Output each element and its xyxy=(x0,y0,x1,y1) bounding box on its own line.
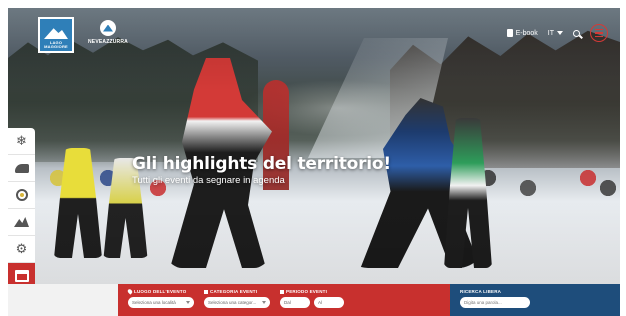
menu-button[interactable] xyxy=(590,24,608,42)
free-search-label-text: RICERCA LIBERA xyxy=(460,289,502,294)
date-from-input[interactable]: Dal xyxy=(280,297,310,308)
gear-icon: ⚙ xyxy=(15,241,28,257)
badge-icon xyxy=(15,189,28,201)
hero-title: Gli highlights del territorio! xyxy=(132,154,391,174)
period-filter-label: PERIODO EVENTI xyxy=(280,289,344,294)
logo-neve-title: NEVEAZZURRA xyxy=(88,39,128,45)
category-filter: CATEGORIA EVENTI Seleziona una categor..… xyxy=(204,289,270,316)
period-label-text: PERIODO EVENTI xyxy=(286,289,328,294)
date-range: Dal Al xyxy=(280,297,344,308)
location-select-value: Seleziona una località xyxy=(132,300,176,305)
sidebar-item-gear[interactable]: ⚙ xyxy=(8,236,35,263)
free-search: RICERCA LIBERA Digita una parola... xyxy=(450,284,620,316)
language-selector[interactable]: IT xyxy=(548,30,563,37)
location-select[interactable]: Seleziona una località xyxy=(128,297,194,308)
ebook-label: E-book xyxy=(515,29,538,37)
ebook-link[interactable]: E-book xyxy=(506,29,538,37)
location-label-text: LUOGO DELL'EVENTO xyxy=(134,289,187,294)
search-icon xyxy=(573,29,580,37)
date-to-input[interactable]: Al xyxy=(314,297,344,308)
chevron-down-icon xyxy=(186,301,190,304)
mountain-logo-icon xyxy=(44,28,68,39)
sidebar-item-mountain[interactable] xyxy=(8,209,35,236)
snowflake-icon: ❄ xyxy=(16,133,27,149)
free-search-label: RICERCA LIBERA xyxy=(460,289,610,294)
sidebar-item-snow[interactable]: ❄ xyxy=(8,128,35,155)
category-label-text: CATEGORIA EVENTI xyxy=(210,289,258,294)
mountain-icon xyxy=(14,217,29,227)
free-search-input[interactable]: Digita una parola... xyxy=(460,297,530,308)
page-frame: LAGO MAGGIORE NEVEAZZURRA E-book IT Gli … xyxy=(8,8,620,316)
location-pin-icon xyxy=(126,288,134,295)
language-label: IT xyxy=(547,29,554,37)
calendar-small-icon xyxy=(280,289,284,294)
event-filters: LUOGO DELL'EVENTO Seleziona una località… xyxy=(118,284,450,316)
chevron-down-icon xyxy=(557,31,563,35)
page-below xyxy=(8,284,118,316)
sidebar-item-badge[interactable] xyxy=(8,182,35,209)
hamburger-menu-icon xyxy=(595,28,603,31)
chevron-down-icon xyxy=(262,301,266,304)
snowshoe-icon xyxy=(14,163,29,173)
date-from-label: Dal xyxy=(284,300,291,305)
sidebar-item-snowshoe[interactable] xyxy=(8,155,35,182)
logo-neveazzurra[interactable]: NEVEAZZURRA xyxy=(84,20,132,54)
top-nav: E-book IT xyxy=(506,24,608,42)
period-filter: PERIODO EVENTI Dal Al xyxy=(280,289,344,316)
date-to-label: Al xyxy=(318,300,323,305)
event-search-bar: LUOGO DELL'EVENTO Seleziona una località… xyxy=(118,284,620,316)
logo-laghi-line2: MAGGIORE xyxy=(44,44,68,49)
location-filter: LUOGO DELL'EVENTO Seleziona una località xyxy=(126,288,194,316)
hero-headline: Gli highlights del territorio! Tutti gli… xyxy=(132,154,391,186)
category-select-value: Seleziona una categor... xyxy=(208,300,257,305)
neve-logo-icon xyxy=(100,20,116,36)
location-filter-label: LUOGO DELL'EVENTO xyxy=(126,288,194,295)
logo-lago-maggiore[interactable]: LAGO MAGGIORE xyxy=(38,17,74,53)
category-select[interactable]: Seleziona una categor... xyxy=(204,297,270,308)
search-button[interactable] xyxy=(573,29,580,37)
hero-subtitle: Tutti gli eventi da segnare in agenda xyxy=(132,175,285,186)
category-filter-label: CATEGORIA EVENTI xyxy=(204,289,270,294)
category-icon xyxy=(204,289,208,294)
calendar-icon xyxy=(14,270,29,282)
book-icon xyxy=(506,29,513,37)
free-search-placeholder: Digita una parola... xyxy=(464,300,502,305)
